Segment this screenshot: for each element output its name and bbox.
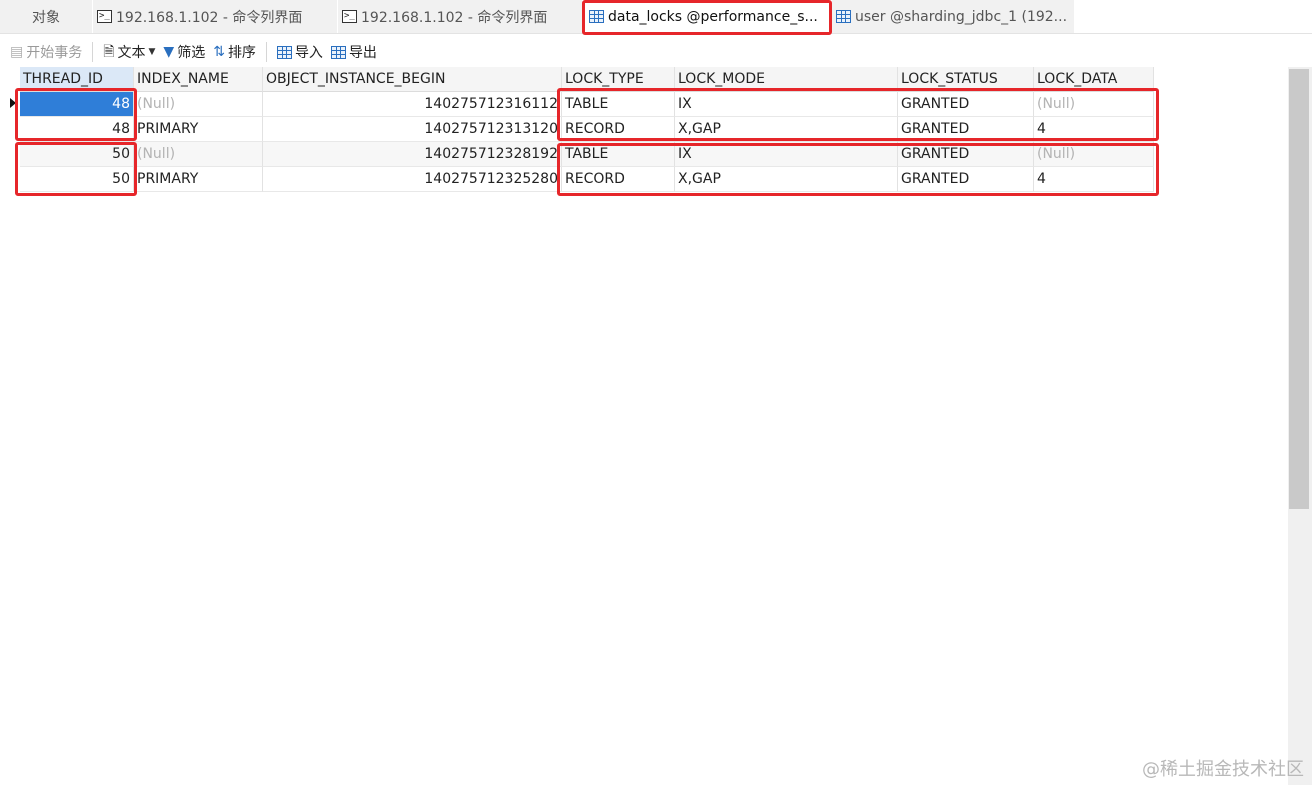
cell-lock-data[interactable]: (Null) [1034, 92, 1154, 117]
table-row[interactable]: 48 (Null) 140275712316112 TABLE IX GRANT… [20, 92, 1154, 117]
text-view-button[interactable]: 🗎 文本 ▼ [99, 38, 159, 66]
cell-lock-mode[interactable]: X,GAP [675, 167, 898, 192]
column-header-lock-mode[interactable]: LOCK_MODE [675, 67, 898, 92]
sort-button[interactable]: ⇅ 排序 [209, 38, 260, 66]
toolbar: ▤ 开始事务 🗎 文本 ▼ ▼ 筛选 ⇅ 排序 导入 导出 [0, 36, 1312, 68]
row-header-gutter [0, 67, 20, 192]
tab-bar: 对象 >_ 192.168.1.102 - 命令列界面 >_ 192.168.1… [0, 0, 1312, 34]
column-header-object-instance-begin[interactable]: OBJECT_INSTANCE_BEGIN [263, 67, 562, 92]
cell-object-instance-begin[interactable]: 140275712313120 [263, 117, 562, 142]
column-header-lock-data[interactable]: LOCK_DATA [1034, 67, 1154, 92]
table-row[interactable]: 50 (Null) 140275712328192 TABLE IX GRANT… [20, 142, 1154, 167]
transaction-icon: ▤ [10, 44, 24, 60]
column-header-lock-type[interactable]: LOCK_TYPE [562, 67, 675, 92]
tab-data-locks[interactable]: data_locks @performance_s... [585, 0, 829, 33]
cell-lock-status[interactable]: GRANTED [898, 117, 1034, 142]
cell-lock-status[interactable]: GRANTED [898, 167, 1034, 192]
cell-lock-type[interactable]: TABLE [562, 142, 675, 167]
column-header-index-name[interactable]: INDEX_NAME [134, 67, 263, 92]
vertical-scrollbar[interactable] [1288, 67, 1312, 785]
tab-label: 192.168.1.102 - 命令列界面 [361, 9, 548, 26]
table-icon [589, 10, 604, 23]
export-button[interactable]: 导出 [327, 38, 381, 66]
cell-thread-id[interactable]: 48 [20, 117, 134, 142]
tab-user[interactable]: user @sharding_jdbc_1 (192... [832, 0, 1074, 33]
filter-button[interactable]: ▼ 筛选 [159, 38, 209, 66]
cell-lock-mode[interactable]: X,GAP [675, 117, 898, 142]
begin-transaction-label: 开始事务 [26, 45, 83, 61]
cell-index-name[interactable]: PRIMARY [134, 167, 263, 192]
table-icon [836, 10, 851, 23]
cell-lock-type[interactable]: RECORD [562, 167, 675, 192]
import-button[interactable]: 导入 [273, 38, 327, 66]
watermark: @稀土掘金技术社区 [1142, 759, 1304, 780]
filter-label: 筛选 [177, 45, 206, 61]
tab-terminal-2[interactable]: >_ 192.168.1.102 - 命令列界面 [338, 0, 582, 33]
cell-lock-data[interactable]: (Null) [1034, 142, 1154, 167]
cell-lock-type[interactable]: TABLE [562, 92, 675, 117]
tab-objects[interactable]: 对象 [0, 0, 92, 33]
import-label: 导入 [294, 45, 323, 61]
tab-label: 192.168.1.102 - 命令列界面 [116, 9, 303, 26]
current-row-arrow-icon [10, 98, 16, 108]
tab-label: data_locks @performance_s... [608, 8, 818, 25]
data-grid[interactable]: THREAD_ID INDEX_NAME OBJECT_INSTANCE_BEG… [0, 67, 1288, 785]
export-icon [330, 45, 346, 59]
terminal-icon: >_ [97, 10, 112, 23]
cell-thread-id[interactable]: 50 [20, 167, 134, 192]
terminal-icon: >_ [342, 10, 357, 23]
begin-transaction-button[interactable]: ▤ 开始事务 [6, 38, 86, 66]
toolbar-divider [265, 42, 267, 62]
cell-lock-status[interactable]: GRANTED [898, 92, 1034, 117]
cell-lock-status[interactable]: GRANTED [898, 142, 1034, 167]
funnel-icon: ▼ [163, 44, 175, 60]
export-label: 导出 [348, 45, 377, 61]
tab-label: user @sharding_jdbc_1 (192... [855, 8, 1068, 25]
column-header-lock-status[interactable]: LOCK_STATUS [898, 67, 1034, 92]
cell-lock-mode[interactable]: IX [675, 142, 898, 167]
import-icon [276, 45, 292, 59]
sort-label: 排序 [227, 45, 256, 61]
chevron-down-icon[interactable]: ▼ [149, 47, 156, 57]
table-row[interactable]: 50 PRIMARY 140275712325280 RECORD X,GAP … [20, 167, 1154, 192]
cell-lock-mode[interactable]: IX [675, 92, 898, 117]
grid-header-row: THREAD_ID INDEX_NAME OBJECT_INSTANCE_BEG… [20, 67, 1154, 92]
cell-index-name[interactable]: PRIMARY [134, 117, 263, 142]
cell-thread-id[interactable]: 48 [20, 92, 134, 117]
cell-lock-data[interactable]: 4 [1034, 117, 1154, 142]
toolbar-divider [92, 42, 94, 62]
table-row[interactable]: 48 PRIMARY 140275712313120 RECORD X,GAP … [20, 117, 1154, 142]
cell-object-instance-begin[interactable]: 140275712325280 [263, 167, 562, 192]
tab-label: 对象 [32, 9, 60, 26]
cell-thread-id[interactable]: 50 [20, 142, 134, 167]
tab-terminal-1[interactable]: >_ 192.168.1.102 - 命令列界面 [93, 0, 337, 33]
cell-object-instance-begin[interactable]: 140275712316112 [263, 92, 562, 117]
cell-object-instance-begin[interactable]: 140275712328192 [263, 142, 562, 167]
scrollbar-thumb[interactable] [1289, 69, 1309, 509]
text-view-label: 文本 [117, 45, 146, 61]
cell-index-name[interactable]: (Null) [134, 142, 263, 167]
cell-index-name[interactable]: (Null) [134, 92, 263, 117]
document-icon: 🗎 [103, 44, 115, 60]
sort-icon: ⇅ [213, 44, 225, 60]
cell-lock-type[interactable]: RECORD [562, 117, 675, 142]
column-header-thread-id[interactable]: THREAD_ID [20, 67, 134, 92]
cell-lock-data[interactable]: 4 [1034, 167, 1154, 192]
